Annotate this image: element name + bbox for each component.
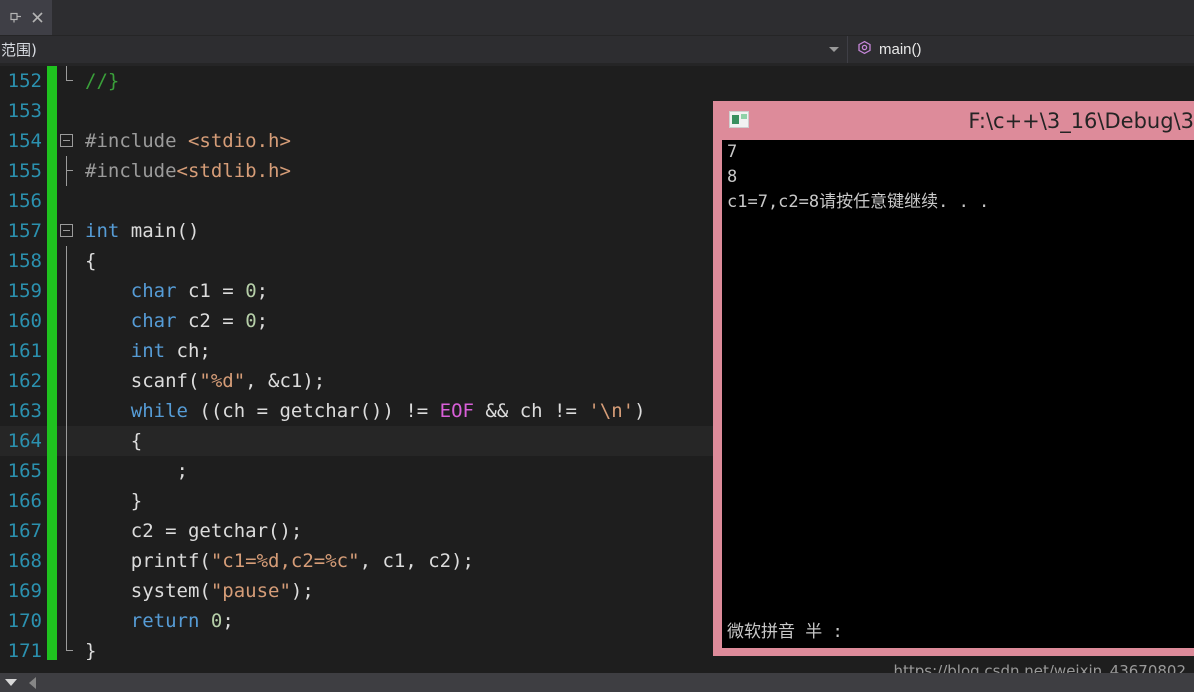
console-output-line: 8 bbox=[722, 165, 1194, 190]
line-number: 162 bbox=[0, 366, 47, 396]
change-bar bbox=[47, 366, 57, 396]
change-bar bbox=[47, 216, 57, 246]
change-bar bbox=[47, 636, 57, 660]
console-window[interactable]: F:\c++\3_16\Debug\3 7 8 c1=7,c2=8请按任意键继续… bbox=[713, 101, 1194, 656]
change-bar bbox=[47, 516, 57, 546]
scope-dropdown-label: 局范围) bbox=[0, 41, 37, 59]
line-number: 159 bbox=[0, 276, 47, 306]
glyph-margin[interactable] bbox=[57, 306, 77, 336]
pin-icon[interactable] bbox=[4, 5, 26, 31]
glyph-margin[interactable] bbox=[57, 366, 77, 396]
line-number: 156 bbox=[0, 186, 47, 216]
line-number: 155 bbox=[0, 156, 47, 186]
triangle-left-icon[interactable] bbox=[22, 673, 42, 692]
change-bar bbox=[47, 546, 57, 576]
glyph-margin[interactable] bbox=[57, 516, 77, 546]
glyph-margin[interactable] bbox=[57, 276, 77, 306]
glyph-margin[interactable] bbox=[57, 66, 77, 96]
editor-navigation-bar: 局范围) main() bbox=[0, 36, 1194, 63]
glyph-margin[interactable] bbox=[57, 576, 77, 606]
member-dropdown[interactable]: main() bbox=[848, 36, 1194, 63]
change-bar bbox=[47, 306, 57, 336]
change-bar bbox=[47, 276, 57, 306]
line-number: 154 bbox=[0, 126, 47, 156]
glyph-margin[interactable] bbox=[57, 96, 77, 126]
code-line-row[interactable]: 152 //} bbox=[0, 66, 1194, 96]
change-bar bbox=[47, 126, 57, 156]
console-output-area[interactable]: 7 8 c1=7,c2=8请按任意键继续. . . 微软拼音 半 : bbox=[722, 140, 1194, 648]
change-bar bbox=[47, 576, 57, 606]
horizontal-scroll-bar[interactable] bbox=[0, 673, 1194, 692]
line-number: 171 bbox=[0, 636, 47, 660]
console-output-line: 7 bbox=[722, 140, 1194, 165]
line-number: 165 bbox=[0, 456, 47, 486]
active-tab[interactable] bbox=[0, 0, 52, 35]
scope-dropdown[interactable]: 局范围) bbox=[0, 36, 848, 63]
glyph-margin[interactable] bbox=[57, 606, 77, 636]
change-bar bbox=[47, 66, 57, 96]
line-number: 168 bbox=[0, 546, 47, 576]
fold-collapse-icon[interactable] bbox=[60, 224, 73, 237]
triangle-down-icon[interactable] bbox=[0, 673, 22, 692]
glyph-margin[interactable] bbox=[57, 126, 77, 156]
line-number: 158 bbox=[0, 246, 47, 276]
ime-status-indicator: 微软拼音 半 : bbox=[727, 617, 843, 642]
glyph-margin[interactable] bbox=[57, 216, 77, 246]
change-bar bbox=[47, 336, 57, 366]
glyph-margin[interactable] bbox=[57, 246, 77, 276]
line-number: 167 bbox=[0, 516, 47, 546]
member-dropdown-label: main() bbox=[879, 41, 922, 58]
change-bar bbox=[47, 156, 57, 186]
line-number: 164 bbox=[0, 426, 47, 456]
change-bar bbox=[47, 396, 57, 426]
chevron-down-icon[interactable] bbox=[829, 47, 839, 52]
line-number: 166 bbox=[0, 486, 47, 516]
change-bar bbox=[47, 96, 57, 126]
glyph-margin[interactable] bbox=[57, 486, 77, 516]
line-number: 153 bbox=[0, 96, 47, 126]
change-bar bbox=[47, 456, 57, 486]
console-app-icon bbox=[729, 111, 749, 128]
line-number: 170 bbox=[0, 606, 47, 636]
glyph-margin[interactable] bbox=[57, 186, 77, 216]
console-output-line: c1=7,c2=8请按任意键继续. . . bbox=[722, 190, 1194, 215]
line-number: 161 bbox=[0, 336, 47, 366]
code-line-text: //} bbox=[77, 66, 1194, 96]
close-icon[interactable] bbox=[26, 5, 48, 31]
change-bar bbox=[47, 186, 57, 216]
glyph-margin[interactable] bbox=[57, 456, 77, 486]
editor-tab-strip bbox=[0, 0, 1194, 35]
glyph-margin[interactable] bbox=[57, 156, 77, 186]
line-number: 152 bbox=[0, 66, 47, 96]
console-title-text: F:\c++\3_16\Debug\3 bbox=[968, 109, 1194, 133]
change-bar bbox=[47, 486, 57, 516]
line-number: 163 bbox=[0, 396, 47, 426]
console-title-bar[interactable]: F:\c++\3_16\Debug\3 bbox=[713, 101, 1194, 140]
method-icon bbox=[857, 40, 872, 60]
line-number: 169 bbox=[0, 576, 47, 606]
glyph-margin[interactable] bbox=[57, 336, 77, 366]
change-bar bbox=[47, 606, 57, 636]
glyph-margin[interactable] bbox=[57, 636, 77, 660]
glyph-margin[interactable] bbox=[57, 426, 77, 456]
change-bar bbox=[47, 426, 57, 456]
line-number: 157 bbox=[0, 216, 47, 246]
fold-collapse-icon[interactable] bbox=[60, 134, 73, 147]
glyph-margin[interactable] bbox=[57, 546, 77, 576]
line-number: 160 bbox=[0, 306, 47, 336]
change-bar bbox=[47, 246, 57, 276]
glyph-margin[interactable] bbox=[57, 396, 77, 426]
